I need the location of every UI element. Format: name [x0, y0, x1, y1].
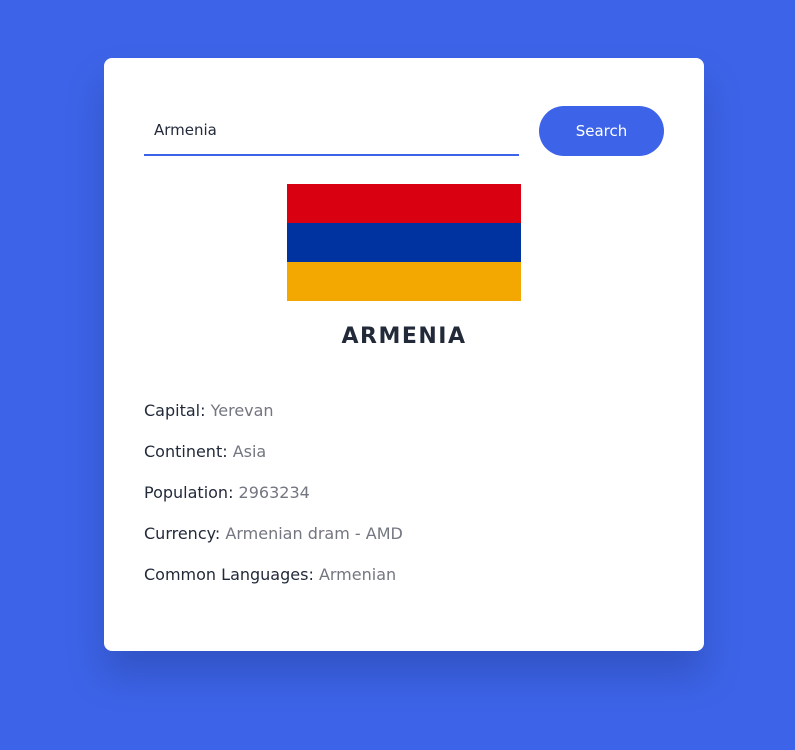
- country-details-list: Capital: Yerevan Continent: Asia Populat…: [144, 401, 664, 606]
- country-flag-image: [287, 184, 521, 301]
- country-name-heading: ARMENIA: [341, 324, 467, 349]
- country-info-card: Search ARMENIA Capital: Yerevan Continen…: [104, 58, 704, 651]
- detail-value: Armenian dram - AMD: [225, 524, 403, 543]
- country-search-input[interactable]: [144, 106, 519, 156]
- detail-row-languages: Common Languages: Armenian: [144, 565, 664, 606]
- detail-label: Capital:: [144, 401, 206, 420]
- detail-value: 2963234: [238, 483, 310, 502]
- detail-label: Currency:: [144, 524, 221, 543]
- search-button[interactable]: Search: [539, 106, 664, 156]
- detail-label: Continent:: [144, 442, 228, 461]
- flag-stripe-red: [287, 184, 521, 223]
- detail-row-capital: Capital: Yerevan: [144, 401, 664, 442]
- detail-row-population: Population: 2963234: [144, 483, 664, 524]
- flag-stripe-blue: [287, 223, 521, 262]
- flag-stripe-orange: [287, 262, 521, 301]
- detail-value: Yerevan: [210, 401, 274, 420]
- search-row: Search: [144, 106, 664, 156]
- detail-value: Asia: [232, 442, 267, 461]
- detail-value: Armenian: [318, 565, 397, 584]
- detail-row-currency: Currency: Armenian dram - AMD: [144, 524, 664, 565]
- detail-label: Population:: [144, 483, 234, 502]
- detail-label: Common Languages:: [144, 565, 314, 584]
- detail-row-continent: Continent: Asia: [144, 442, 664, 483]
